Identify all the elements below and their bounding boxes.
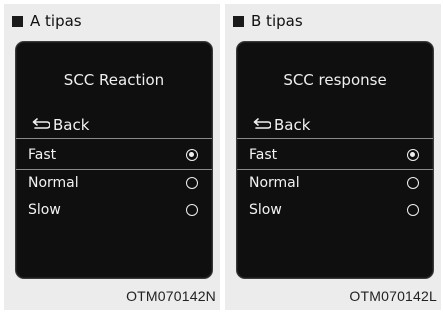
- divider: [237, 169, 433, 170]
- back-label: Back: [53, 116, 90, 134]
- divider: [237, 138, 433, 139]
- radio-unselected-icon[interactable]: [186, 204, 198, 216]
- option-fast[interactable]: Fast: [16, 143, 212, 167]
- figure-caption: OTM070142L: [349, 288, 437, 304]
- panel-b: B tipas SCC response Back Fast Normal Sl…: [225, 4, 441, 310]
- option-slow[interactable]: Slow: [16, 198, 212, 222]
- radio-unselected-icon[interactable]: [407, 177, 419, 189]
- radio-selected-icon[interactable]: [407, 149, 419, 161]
- option-label: Slow: [28, 202, 61, 218]
- option-label: Fast: [249, 147, 278, 163]
- option-label: Normal: [249, 175, 300, 191]
- option-slow[interactable]: Slow: [237, 198, 433, 222]
- divider: [16, 138, 212, 139]
- radio-unselected-icon[interactable]: [186, 177, 198, 189]
- square-bullet-icon: [233, 15, 244, 27]
- option-label: Normal: [28, 175, 79, 191]
- back-label: Back: [274, 116, 311, 134]
- option-normal[interactable]: Normal: [16, 171, 212, 195]
- figure-caption: OTM070142N: [126, 288, 216, 304]
- option-label: Fast: [28, 147, 57, 163]
- back-arrow-icon: [251, 118, 271, 132]
- back-arrow-icon: [30, 118, 50, 132]
- screen-title: SCC Reaction: [63, 71, 165, 89]
- display-screen: SCC Reaction Back Fast Normal Slow: [15, 41, 213, 279]
- panel-heading: A tipas: [12, 12, 82, 30]
- screen-title: SCC response: [283, 71, 387, 89]
- back-button[interactable]: Back: [30, 115, 89, 135]
- panel-heading: B tipas: [233, 12, 303, 30]
- divider: [16, 169, 212, 170]
- radio-selected-icon[interactable]: [186, 149, 198, 161]
- option-fast[interactable]: Fast: [237, 143, 433, 167]
- panel-a: A tipas SCC Reaction Back Fast Normal Sl…: [4, 4, 220, 310]
- radio-unselected-icon[interactable]: [407, 204, 419, 216]
- panel-heading-label: B tipas: [251, 12, 303, 30]
- panel-heading-label: A tipas: [30, 12, 82, 30]
- option-label: Slow: [249, 202, 282, 218]
- back-button[interactable]: Back: [251, 115, 310, 135]
- option-normal[interactable]: Normal: [237, 171, 433, 195]
- square-bullet-icon: [12, 15, 23, 27]
- display-screen: SCC response Back Fast Normal Slow: [236, 41, 434, 279]
